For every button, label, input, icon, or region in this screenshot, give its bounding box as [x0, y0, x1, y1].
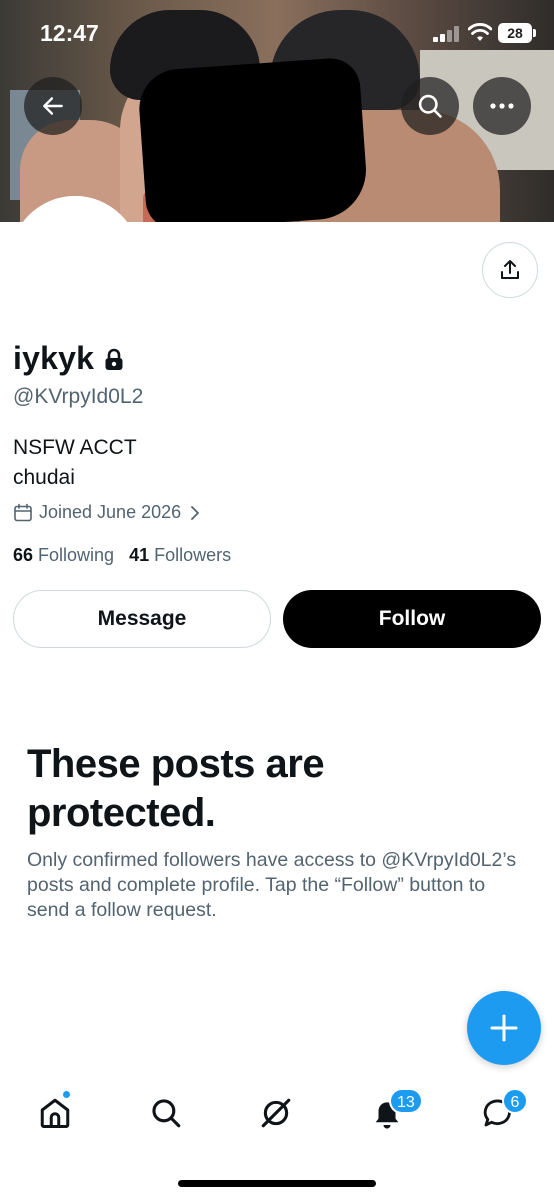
- status-time: 12:47: [40, 20, 99, 46]
- more-dots-icon: [490, 103, 514, 109]
- bio-line: NSFW ACCT: [13, 436, 137, 459]
- home-unread-dot: [62, 1090, 71, 1099]
- redaction-mark: [10, 196, 140, 326]
- follow-stats: 66 Following 41 Followers: [13, 545, 246, 566]
- bio-line: chudai: [13, 466, 75, 489]
- arrow-left-icon: [43, 97, 63, 115]
- joined-text: Joined June 2026: [39, 502, 182, 522]
- home-icon: [40, 1098, 70, 1128]
- joined-date[interactable]: Joined June 2026: [13, 502, 200, 523]
- following-link[interactable]: 66 Following: [13, 545, 114, 566]
- nav-grok[interactable]: [256, 1093, 296, 1133]
- followers-label: Followers: [154, 545, 232, 565]
- calendar-icon: [14, 503, 32, 521]
- chevron-right-icon: [191, 505, 200, 520]
- search-icon: [152, 1099, 181, 1128]
- compose-button[interactable]: [467, 991, 541, 1065]
- messages-badge: 6: [502, 1088, 528, 1114]
- lock-icon: [105, 348, 123, 370]
- battery-indicator: 28: [498, 23, 532, 43]
- followers-link[interactable]: 41 Followers: [129, 545, 231, 566]
- search-icon: [418, 94, 442, 118]
- protected-description: Only confirmed followers have access to …: [27, 849, 517, 921]
- wifi-icon: [468, 23, 492, 41]
- notifications-badge: 13: [389, 1088, 423, 1114]
- redaction-mark: [136, 56, 370, 222]
- home-indicator: [178, 1180, 376, 1187]
- display-name-row: iykyk: [13, 340, 125, 377]
- status-bar: 12:47 28: [0, 0, 554, 60]
- follow-button[interactable]: Follow: [283, 590, 541, 648]
- share-icon: [501, 260, 519, 279]
- more-button[interactable]: [473, 77, 531, 135]
- message-button[interactable]: Message: [13, 590, 271, 648]
- back-button[interactable]: [24, 77, 82, 135]
- nav-search[interactable]: [146, 1093, 186, 1133]
- battery-nub: [533, 29, 536, 37]
- share-button[interactable]: [482, 242, 538, 298]
- following-label: Following: [38, 545, 115, 565]
- grok-icon: [261, 1098, 291, 1128]
- display-name: iykyk: [13, 340, 95, 376]
- search-button[interactable]: [401, 77, 459, 135]
- plus-icon: [490, 1014, 518, 1042]
- protected-title: These posts are protected.: [27, 742, 325, 835]
- signal-icon: [433, 26, 461, 42]
- user-handle: @KVrpyId0L2: [13, 385, 144, 408]
- following-count: 66: [13, 545, 34, 565]
- followers-count: 41: [129, 545, 150, 565]
- nav-home[interactable]: [35, 1093, 75, 1133]
